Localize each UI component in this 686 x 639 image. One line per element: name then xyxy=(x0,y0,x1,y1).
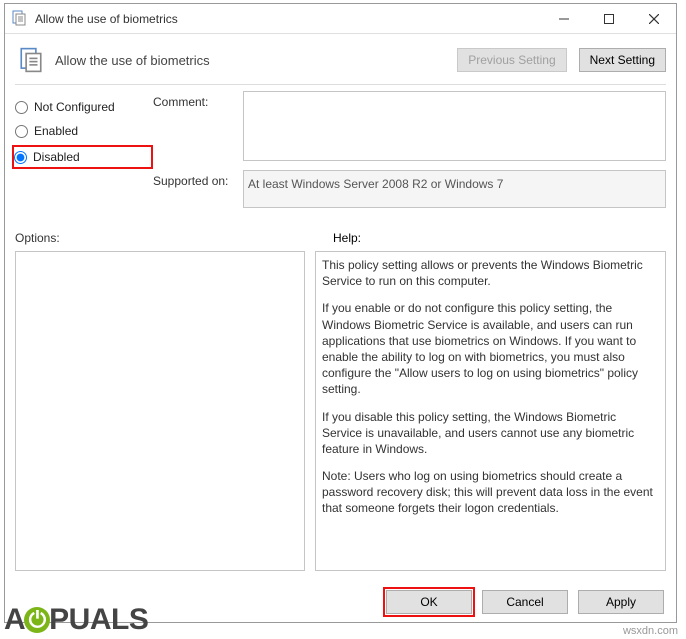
comment-label: Comment: xyxy=(153,91,233,109)
upper-section: Not Configured Enabled Disabled Comment: xyxy=(5,91,676,217)
radio-not-configured-input[interactable] xyxy=(15,101,28,114)
options-label: Options: xyxy=(15,231,333,245)
comment-input[interactable] xyxy=(243,91,666,161)
close-button[interactable] xyxy=(631,4,676,33)
power-icon: ⏻ xyxy=(24,607,50,633)
header: Allow the use of biometrics Previous Set… xyxy=(5,34,676,80)
nav-buttons: Previous Setting Next Setting xyxy=(457,48,666,72)
logo-pre: A xyxy=(4,603,25,637)
help-p3: If you disable this policy setting, the … xyxy=(322,409,659,458)
state-radios: Not Configured Enabled Disabled xyxy=(15,91,153,217)
help-panel[interactable]: This policy setting allows or prevents t… xyxy=(315,251,666,571)
brand-logo: A ⏻ PUALS xyxy=(4,603,148,637)
logo-post: PUALS xyxy=(49,603,148,637)
radio-disabled-label: Disabled xyxy=(33,150,80,164)
dialog-window: Allow the use of biometrics Allow the us… xyxy=(4,3,677,623)
footer-buttons: OK Cancel Apply xyxy=(386,590,664,614)
radio-disabled-input[interactable] xyxy=(14,151,27,164)
divider xyxy=(15,84,666,85)
mid-labels: Options: Help: xyxy=(5,217,676,251)
titlebar: Allow the use of biometrics xyxy=(5,4,676,34)
help-p1: This policy setting allows or prevents t… xyxy=(322,257,659,289)
previous-setting-button[interactable]: Previous Setting xyxy=(457,48,566,72)
help-label: Help: xyxy=(333,231,361,245)
policy-large-icon xyxy=(15,44,47,76)
window-title: Allow the use of biometrics xyxy=(35,12,541,26)
cancel-button[interactable]: Cancel xyxy=(482,590,568,614)
radio-not-configured-label: Not Configured xyxy=(34,100,115,114)
help-p2: If you enable or do not configure this p… xyxy=(322,300,659,397)
lower-section: This policy setting allows or prevents t… xyxy=(5,251,676,571)
radio-enabled-label: Enabled xyxy=(34,124,78,138)
policy-icon xyxy=(11,10,29,28)
supported-input xyxy=(243,170,666,208)
supported-label: Supported on: xyxy=(153,170,233,188)
help-p4: Note: Users who log on using biometrics … xyxy=(322,468,659,517)
maximize-button[interactable] xyxy=(586,4,631,33)
radio-enabled-input[interactable] xyxy=(15,125,28,138)
watermark: wsxdn.com xyxy=(623,625,678,637)
header-title: Allow the use of biometrics xyxy=(55,53,457,68)
radio-disabled[interactable]: Disabled xyxy=(14,150,115,164)
supported-row: Supported on: xyxy=(153,170,666,211)
disabled-highlight: Disabled xyxy=(12,145,153,169)
apply-button[interactable]: Apply xyxy=(578,590,664,614)
radio-not-configured[interactable]: Not Configured xyxy=(15,95,153,119)
radio-enabled[interactable]: Enabled xyxy=(15,119,153,143)
next-setting-button[interactable]: Next Setting xyxy=(579,48,666,72)
fields-column: Comment: Supported on: xyxy=(153,91,666,217)
minimize-button[interactable] xyxy=(541,4,586,33)
comment-row: Comment: xyxy=(153,91,666,164)
ok-button[interactable]: OK xyxy=(386,590,472,614)
options-panel[interactable] xyxy=(15,251,305,571)
